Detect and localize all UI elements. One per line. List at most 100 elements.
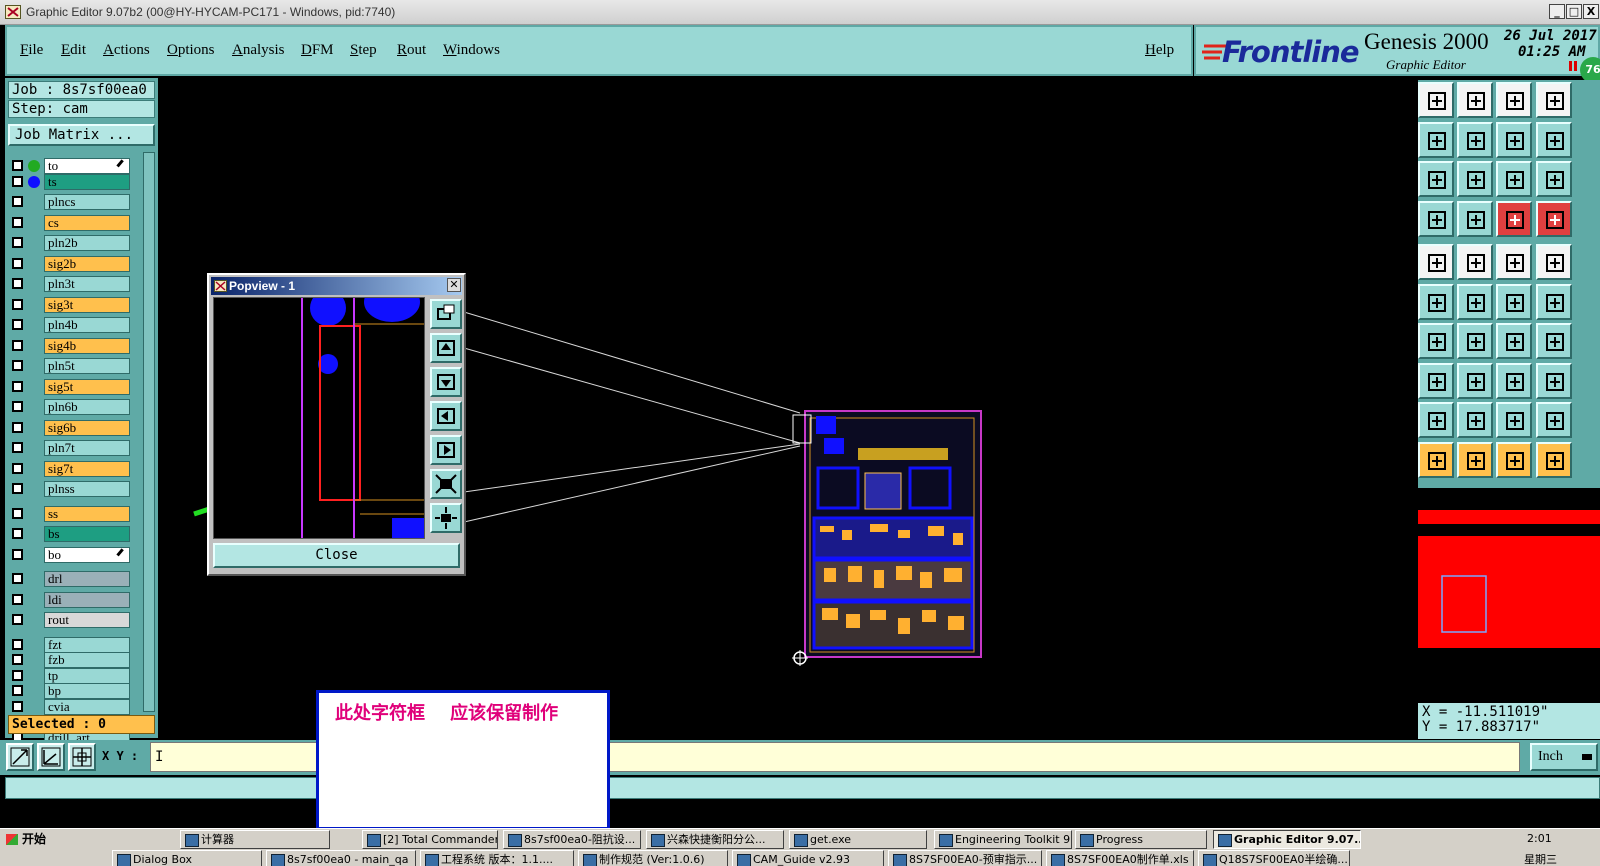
layer-name[interactable]: fzb	[44, 652, 130, 668]
a-outline-icon[interactable]	[1496, 402, 1532, 438]
line-icon[interactable]	[1418, 323, 1454, 359]
units-selector[interactable]: Inch	[1530, 743, 1598, 771]
popview-pan-left-button[interactable]	[430, 401, 462, 431]
menu-analysis[interactable]: Analysis	[232, 42, 285, 59]
taskbar-button[interactable]: Graphic Editor 9.07...	[1213, 830, 1361, 849]
layer-name[interactable]: pln3t	[44, 276, 130, 292]
measure-icon[interactable]	[37, 743, 65, 771]
layer-row-cvia[interactable]: cvia	[12, 698, 132, 715]
layer-row-sig3t[interactable]: sig3t	[12, 296, 132, 313]
layer-row-bs[interactable]: bs	[12, 526, 132, 542]
pause-icon[interactable]	[1569, 61, 1577, 71]
taskbar-button[interactable]: [2] Total Commander ...	[362, 830, 498, 849]
layer-name[interactable]: pln2b	[44, 235, 130, 251]
layer-scrollbar[interactable]	[143, 152, 155, 712]
layer-row-sig7t[interactable]: sig7t	[12, 460, 132, 477]
scale-1-2-icon[interactable]	[1496, 161, 1532, 197]
taskbar-button[interactable]: 8S7SF00EA0-预审指示...	[888, 850, 1042, 866]
layer-name[interactable]: sig7t	[44, 460, 130, 477]
delete-icon[interactable]	[1457, 283, 1493, 320]
pad-icon[interactable]	[1536, 244, 1572, 280]
layer-checkbox[interactable]	[12, 507, 23, 519]
layer-row-bo[interactable]: bo	[12, 546, 132, 563]
layer-row-pln3t[interactable]: pln3t	[12, 276, 132, 292]
taskbar-button[interactable]: Dialog Box	[112, 850, 262, 866]
frame-bottom-icon[interactable]	[1457, 82, 1493, 118]
popview-zoom-in-button[interactable]	[430, 299, 462, 329]
layer-name[interactable]: sig3t	[44, 296, 130, 313]
layer-checkbox[interactable]	[12, 638, 23, 650]
settings-icon[interactable]	[1418, 200, 1454, 237]
taskbar-button[interactable]: CAM_Guide v2.93	[732, 850, 884, 866]
popview-close-icon[interactable]: ✕	[447, 278, 461, 292]
layer-checkbox[interactable]	[12, 196, 23, 207]
layer-checkbox[interactable]	[12, 401, 23, 412]
menu-rout[interactable]: Rout	[397, 42, 426, 59]
zoom-step-icon[interactable]	[1496, 121, 1532, 158]
layer-name[interactable]: pln7t	[44, 440, 130, 456]
layer-name[interactable]: pln5t	[44, 358, 130, 374]
cut-icon[interactable]	[1457, 362, 1493, 399]
layer-checkbox[interactable]	[12, 442, 23, 453]
triangle-icon[interactable]	[1418, 402, 1454, 438]
menu-options[interactable]: Options	[167, 42, 215, 59]
layer-checkbox[interactable]	[12, 654, 23, 665]
layer-checkbox[interactable]	[12, 421, 23, 433]
layer-row-ss[interactable]: ss	[12, 505, 132, 522]
layer-checkbox[interactable]	[12, 237, 23, 248]
layer-row-fzb[interactable]: fzb	[12, 652, 132, 668]
layer-name[interactable]: ts	[44, 174, 130, 190]
taskbar-button[interactable]: 8S7SF00EA0制作单.xls ...	[1046, 850, 1194, 866]
a-shape-icon[interactable]	[1457, 402, 1493, 438]
layer-checkbox[interactable]	[12, 573, 23, 584]
redraw-icon[interactable]	[1536, 121, 1572, 158]
snap-icon[interactable]	[6, 743, 34, 771]
menu-windows[interactable]: Windows	[443, 42, 500, 59]
board-overview[interactable]	[1418, 510, 1600, 690]
taskbar-button[interactable]: get.exe	[789, 830, 927, 849]
popview-home-button[interactable]	[430, 503, 462, 533]
layer-checkbox[interactable]	[12, 593, 23, 605]
layer-checkbox[interactable]	[12, 685, 23, 696]
pointer-box-icon[interactable]	[1457, 441, 1493, 478]
layer-row-sig5t[interactable]: sig5t	[12, 378, 132, 395]
menu-help[interactable]: Help	[1145, 42, 1174, 59]
diagonal-icon[interactable]	[1457, 323, 1493, 359]
layer-name[interactable]: cs	[44, 214, 130, 231]
layer-row-fzt[interactable]: fzt	[12, 636, 132, 653]
connect-icon[interactable]	[1418, 283, 1454, 320]
multi-select-icon[interactable]	[1536, 441, 1572, 478]
layer-checkbox[interactable]	[12, 160, 23, 171]
maximize-button[interactable]: □	[1566, 4, 1582, 19]
layer-name[interactable]: sig4b	[44, 337, 130, 354]
layer-red-icon[interactable]	[1536, 200, 1572, 237]
menu-edit[interactable]: Edit	[61, 42, 86, 59]
copy-icon[interactable]	[1536, 362, 1572, 399]
arc-icon[interactable]	[1496, 323, 1532, 359]
layer-checkbox[interactable]	[12, 380, 23, 392]
layer-checkbox[interactable]	[12, 548, 23, 560]
layer-name[interactable]: ss	[44, 505, 130, 522]
layer-checkbox[interactable]	[12, 700, 23, 712]
pointer-icon[interactable]	[1418, 441, 1454, 478]
layer-row-pln2b[interactable]: pln2b	[12, 235, 132, 251]
taskbar-button[interactable]: 兴森快捷衡阳分公...	[646, 830, 784, 849]
layer-name[interactable]: pln6b	[44, 399, 130, 415]
frame-top-icon[interactable]	[1418, 82, 1454, 118]
popview-pan-up-button[interactable]	[430, 333, 462, 363]
popview-canvas[interactable]	[213, 297, 425, 539]
layer-name[interactable]: tp	[44, 667, 130, 684]
layer-name[interactable]: sig6b	[44, 419, 130, 436]
minimize-button[interactable]: _	[1549, 4, 1565, 19]
layer-name[interactable]: rout	[44, 612, 130, 628]
layer-row-pln4b[interactable]: pln4b	[12, 317, 132, 333]
layer-row-rout[interactable]: rout	[12, 612, 132, 628]
taskbar-button[interactable]: 制作规范 (Ver:1.0.6)	[578, 850, 728, 866]
popview-pan-down-button[interactable]	[430, 367, 462, 397]
text-icon[interactable]	[1536, 323, 1572, 359]
layer-checkbox[interactable]	[12, 528, 23, 539]
snap-red-icon[interactable]	[1496, 200, 1532, 237]
feature-add-icon[interactable]	[1457, 244, 1493, 280]
layer-row-drl[interactable]: drl	[12, 571, 132, 587]
layer-row-sig2b[interactable]: sig2b	[12, 255, 132, 272]
